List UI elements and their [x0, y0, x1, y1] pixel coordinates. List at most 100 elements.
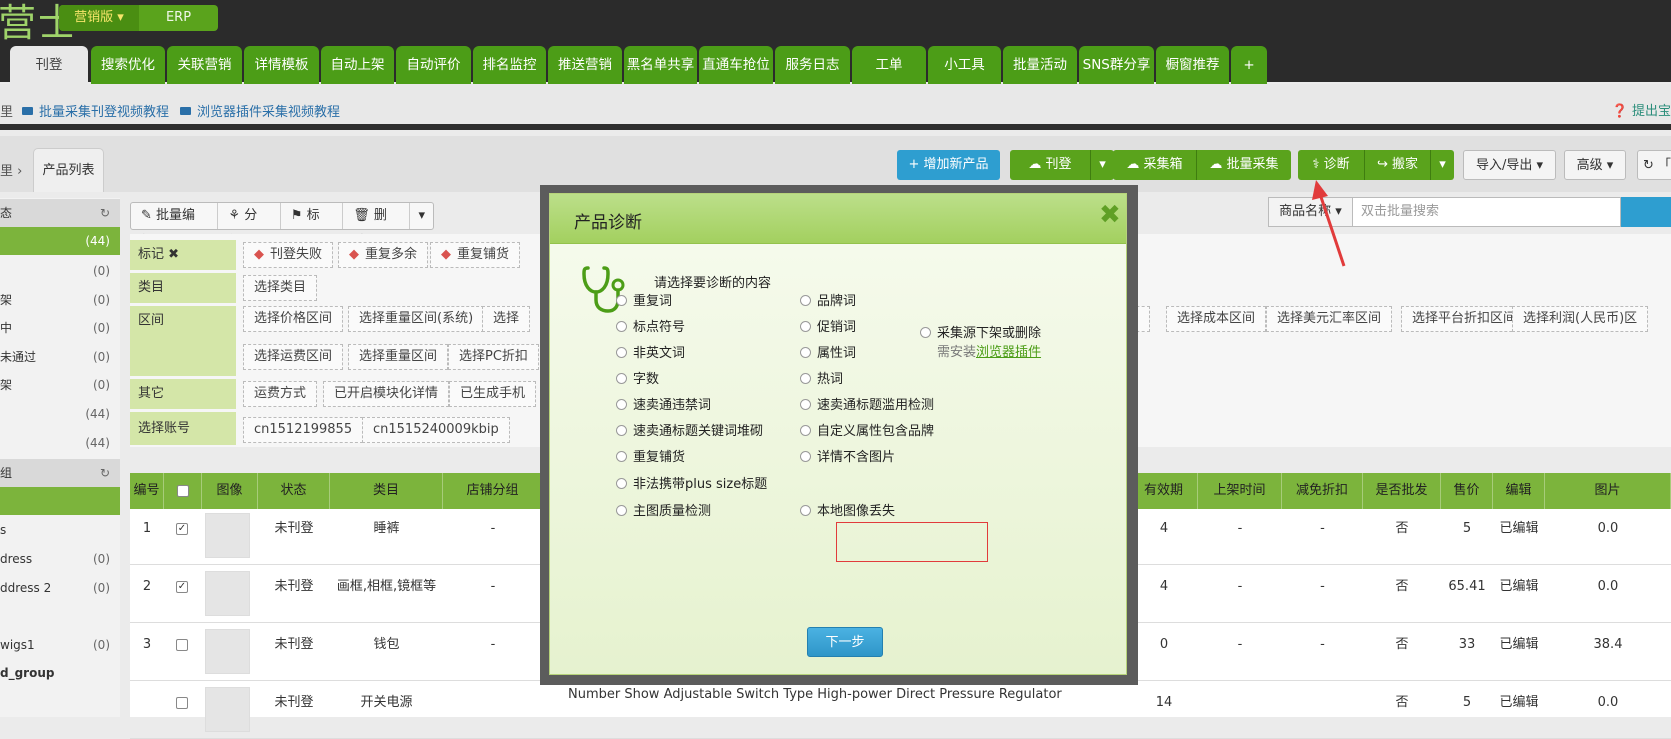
mark-chip[interactable]: ◆ 重复多余 [338, 242, 429, 268]
sidebar-item-12[interactable]: s [0, 516, 120, 544]
mark-button[interactable]: ⚑ 标记 [281, 203, 344, 249]
sidebar-item-9[interactable]: (44) [0, 429, 120, 457]
product-title[interactable]: Number Show Adjustable Switch Type High-… [568, 683, 1062, 739]
tab-5[interactable]: 自动上架 [321, 46, 394, 84]
option-left-5[interactable]: 速卖通违禁词 [616, 394, 711, 413]
row-checkbox[interactable]: ✓ [176, 581, 188, 593]
tab-product-list[interactable]: 产品列表 [33, 148, 104, 192]
sidebar-item-7[interactable]: 架 (0) [0, 371, 120, 399]
option-left-1[interactable]: 重复词 [616, 290, 672, 309]
sidebar-item-5[interactable]: 中 (0) [0, 314, 120, 342]
range-chip[interactable]: 选择平台折扣区间 [1401, 306, 1528, 332]
close-icon[interactable]: ✖ [1099, 200, 1121, 230]
marketing-edition-button[interactable]: 营销版 ▾ [59, 5, 139, 31]
tab-13[interactable]: 小工具 [928, 46, 1001, 84]
mark-chip[interactable]: ◆ 刊登失败 [243, 242, 334, 268]
option-right-2[interactable]: 促销词 [800, 316, 856, 335]
option-right-8[interactable]: 本地图像丢失 [800, 500, 895, 519]
option-left-6[interactable]: 速卖通标题关键词堆砌 [616, 420, 763, 439]
sidebar-item-11[interactable] [0, 487, 120, 515]
row-checkbox[interactable]: ✓ [176, 523, 188, 535]
other-chip[interactable]: 已开启模块化详情 [323, 381, 450, 407]
option-left-9[interactable]: 主图质量检测 [616, 500, 711, 519]
tab-14[interactable]: 批量活动 [1003, 46, 1077, 84]
sidebar-item-3[interactable]: (0) [0, 257, 120, 285]
option-source-removed[interactable]: 采集源下架或删除 [920, 322, 1041, 341]
delete-button[interactable]: 🗑 删除 [343, 203, 411, 249]
range-chip[interactable]: 选择 [482, 306, 531, 332]
sidebar-item-15[interactable] [0, 602, 120, 630]
option-right-1[interactable]: 品牌词 [800, 290, 856, 309]
sidebar-item-17[interactable]: d_group [0, 659, 120, 687]
option-right-6[interactable]: 自定义属性包含品牌 [800, 420, 934, 439]
sidebar-item-14[interactable]: ddress 2 (0) [0, 574, 120, 602]
tab-9[interactable]: 黑名单共享 [624, 46, 697, 84]
search-input[interactable]: 双击批量搜索 [1353, 197, 1621, 227]
account-chip[interactable]: cn1515240009kbip [362, 417, 510, 443]
option-right-5[interactable]: 速卖通标题滥用检测 [800, 394, 934, 413]
help-link[interactable]: ❓ 提出宝 [1612, 100, 1671, 119]
tab-15[interactable]: SNS群分享 [1079, 46, 1154, 84]
browser-plugin-link[interactable]: 浏览器插件 [976, 345, 1041, 360]
group-button[interactable]: ⚘ 分组 [218, 203, 281, 249]
publish-button[interactable]: ☁ 刊登 [1010, 150, 1090, 180]
option-left-4[interactable]: 字数 [616, 368, 659, 387]
other-chip[interactable]: 已生成手机 [449, 381, 537, 407]
batch-collect-video-link[interactable]: 批量采集刊登视频教程 [22, 101, 169, 120]
sidebar-item-16[interactable]: wigs1 (0) [0, 631, 120, 659]
tab-3[interactable]: 关联营销 [167, 46, 242, 84]
advanced-button[interactable]: 高级 ▾ [1564, 150, 1626, 180]
move-button[interactable]: ↪ 搬家 [1364, 150, 1430, 180]
sidebar-item-8[interactable]: (44) [0, 400, 120, 428]
publish-dropdown-caret[interactable]: ▾ [1090, 150, 1114, 180]
range-chip[interactable]: 选择重量区间 [348, 344, 449, 370]
add-product-button[interactable]: + 增加新产品 [897, 150, 1000, 180]
tab-10[interactable]: 直通车抢位 [699, 46, 773, 84]
sidebar-item-1[interactable]: 态 ↻ [0, 199, 120, 227]
select-all-checkbox[interactable] [177, 485, 189, 497]
option-left-2[interactable]: 标点符号 [616, 316, 685, 335]
other-chip[interactable]: 运费方式 [243, 381, 318, 407]
range-chip[interactable]: 选择价格区间 [243, 306, 344, 332]
option-right-7[interactable]: 详情不含图片 [800, 446, 895, 465]
sidebar-item-13[interactable]: dress (0) [0, 545, 120, 573]
move-dropdown-caret[interactable]: ▾ [1430, 150, 1454, 180]
search-button[interactable] [1621, 197, 1671, 227]
tab-11[interactable]: 服务日志 [775, 46, 850, 84]
option-left-3[interactable]: 非英文词 [616, 342, 685, 361]
range-chip[interactable]: 选择运费区间 [243, 344, 344, 370]
column-header[interactable] [164, 473, 202, 509]
tab-2[interactable]: 搜索优化 [91, 46, 165, 84]
breadcrumb[interactable]: 里 › [0, 160, 22, 179]
more-actions-caret[interactable]: ▾ [410, 203, 433, 229]
tab-12[interactable]: 工单 [852, 46, 926, 84]
option-left-7[interactable]: 重复铺货 [616, 446, 685, 465]
range-chip[interactable]: 选择美元汇率区间 [1266, 306, 1393, 332]
tab-17[interactable]: + [1231, 46, 1267, 84]
sidebar-item-4[interactable]: 架 (0) [0, 286, 120, 314]
option-left-8[interactable]: 非法携带plus size标题 [616, 473, 767, 492]
collect-box-button[interactable]: ☁ 采集箱 [1113, 150, 1196, 180]
erp-button[interactable]: ERP [139, 5, 218, 31]
next-step-button[interactable]: 下一步 [807, 627, 883, 657]
tab-4[interactable]: 详情模板 [244, 46, 319, 84]
import-export-button[interactable]: 导入/导出 ▾ [1463, 150, 1556, 180]
refresh-button[interactable]: ↻ 「 [1637, 150, 1671, 180]
category-chip[interactable]: 选择类目 [243, 275, 318, 301]
row-checkbox[interactable] [176, 639, 188, 651]
plugin-collect-video-link[interactable]: 浏览器插件采集视频教程 [180, 101, 340, 120]
tab-8[interactable]: 推送营销 [548, 46, 622, 84]
range-chip[interactable]: 选择重量区间(系统) [348, 306, 485, 332]
sidebar-item-10[interactable]: 组 ↻ [0, 459, 120, 487]
range-chip[interactable]: 选择利润(人民币)区 [1512, 306, 1649, 332]
tab-7[interactable]: 排名监控 [473, 46, 546, 84]
batch-edit-button[interactable]: ✎ 批量编辑 [131, 203, 219, 249]
range-chip[interactable]: 选择PC折扣 [448, 344, 539, 370]
mark-chip[interactable]: ◆ 重复铺货 [430, 242, 521, 268]
range-chip[interactable]: 选择成本区间 [1166, 306, 1267, 332]
tab-1[interactable]: 刊登 [10, 46, 88, 84]
row-checkbox[interactable] [176, 697, 188, 709]
sidebar-item-6[interactable]: 未通过 (0) [0, 343, 120, 371]
option-right-4[interactable]: 热词 [800, 368, 843, 387]
diagnose-button[interactable]: ⚕ 诊断 [1298, 150, 1364, 180]
